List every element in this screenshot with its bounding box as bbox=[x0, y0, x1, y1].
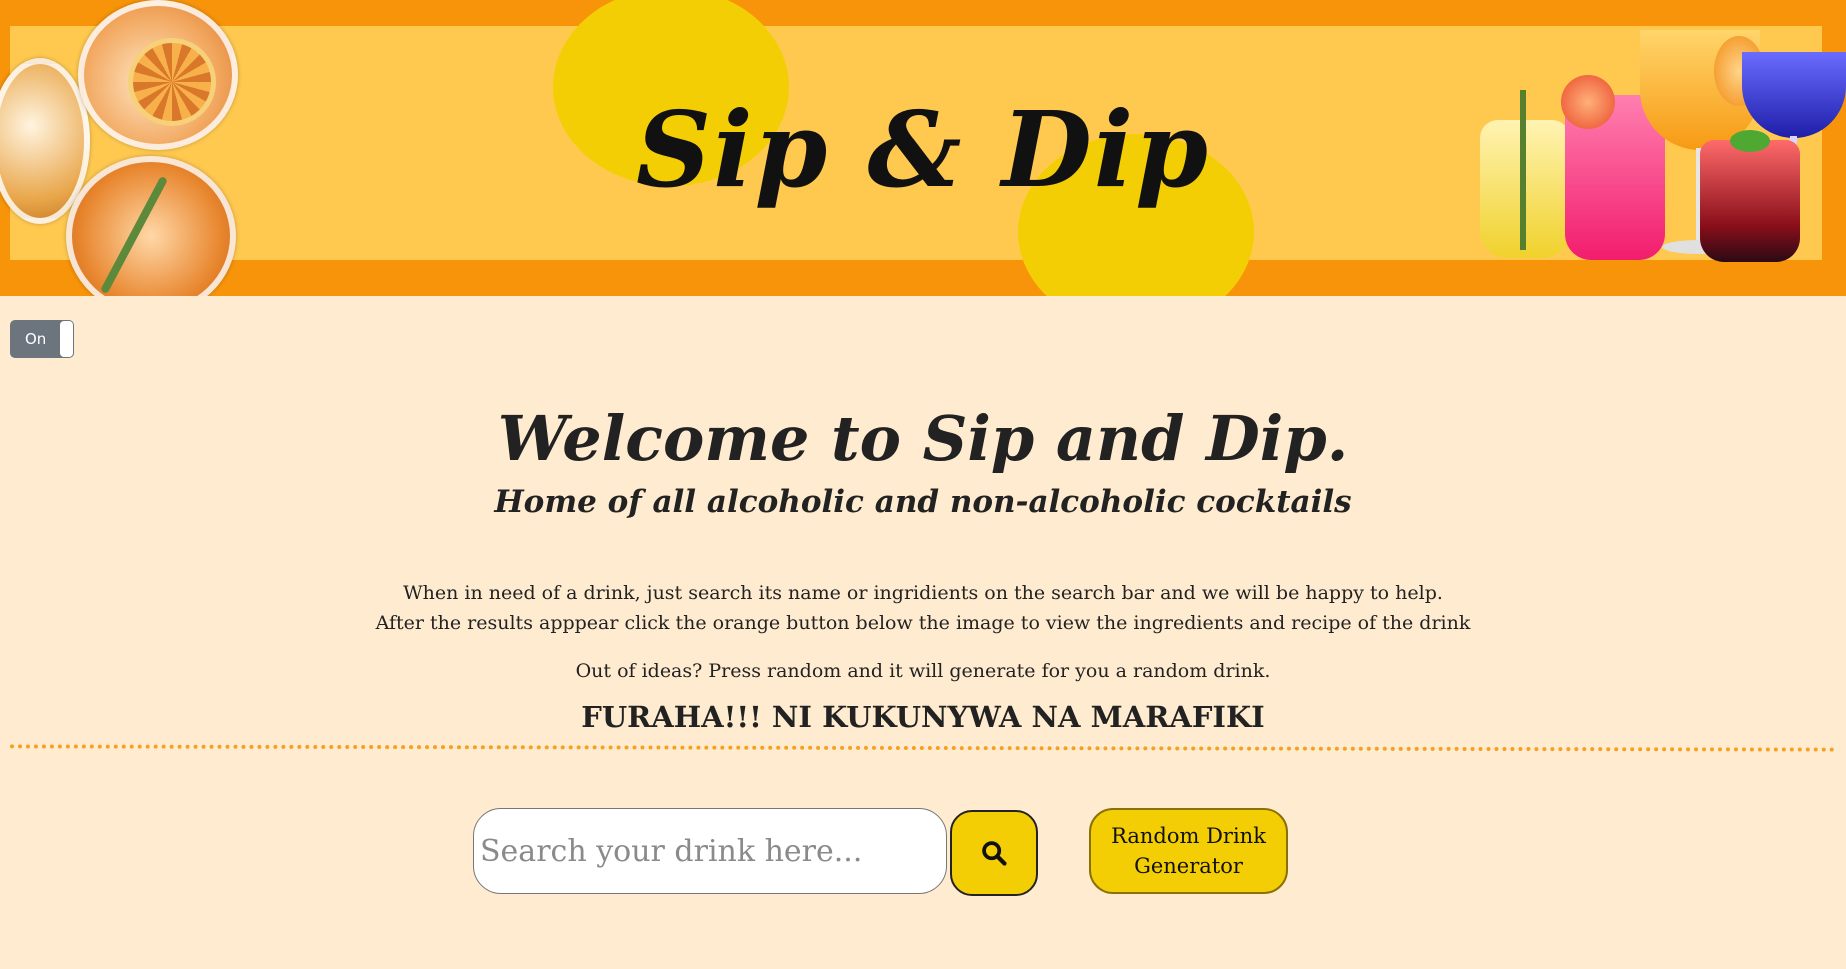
tagline: Home of all alcoholic and non-alcoholic … bbox=[494, 484, 1352, 520]
random-drink-button[interactable]: Random Drink Generator bbox=[1089, 808, 1288, 894]
site-title: Sip & Dip bbox=[635, 88, 1211, 211]
instruction-line: After the results apppear click the oran… bbox=[375, 612, 1471, 634]
theme-toggle-switch[interactable]: On bbox=[10, 320, 74, 358]
site-header: Sip & Dip bbox=[0, 0, 1846, 296]
instructions: When in need of a drink, just search its… bbox=[0, 578, 1846, 638]
toggle-knob[interactable] bbox=[60, 321, 73, 357]
instruction-line: When in need of a drink, just search its… bbox=[403, 582, 1443, 604]
dotted-divider bbox=[9, 744, 1837, 752]
toggle-label: On bbox=[25, 330, 47, 348]
random-hint: Out of ideas? Press random and it will g… bbox=[575, 660, 1271, 682]
motto: FURAHA!!! NI KUKUNYWA NA MARAFIKI bbox=[581, 700, 1265, 734]
search-icon bbox=[982, 841, 1007, 866]
welcome-heading: Welcome to Sip and Dip. bbox=[497, 402, 1349, 475]
search-input[interactable] bbox=[473, 808, 947, 894]
search-button[interactable] bbox=[950, 810, 1038, 896]
